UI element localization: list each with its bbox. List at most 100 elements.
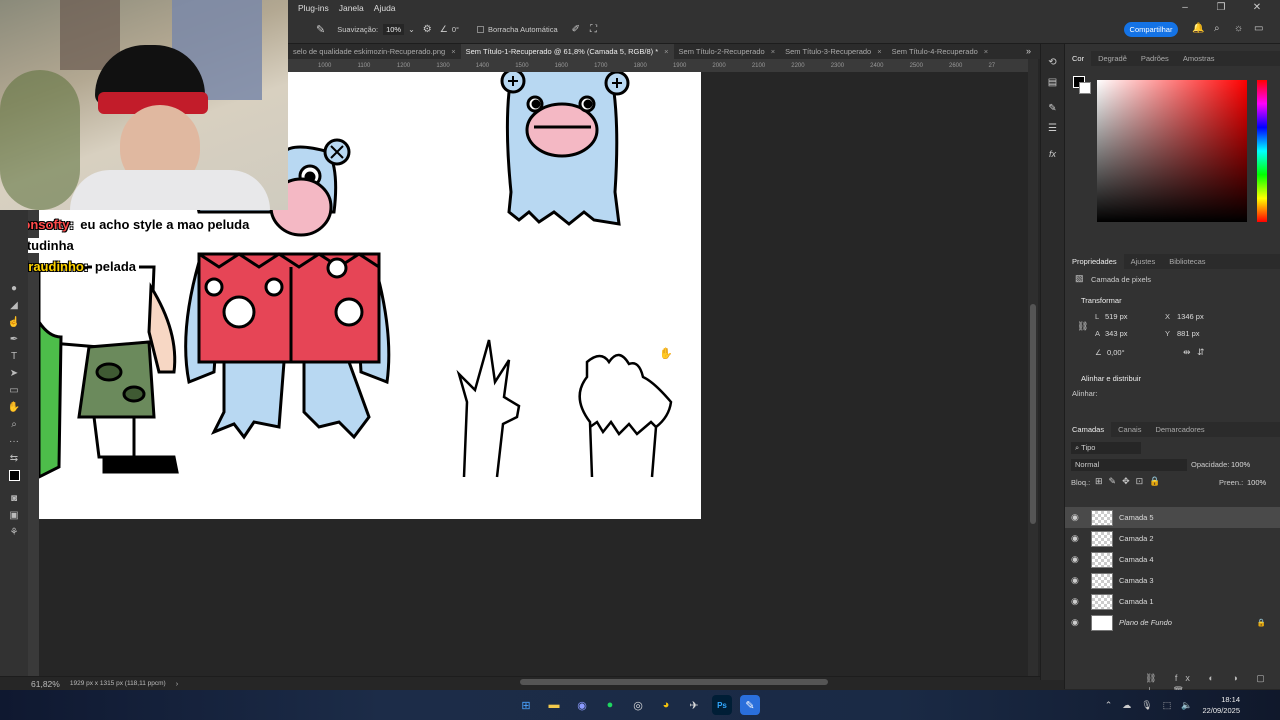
tab-canais[interactable]: Canais <box>1111 422 1148 437</box>
menu-plugins[interactable]: Plug-ins <box>298 3 329 13</box>
obs-icon[interactable]: ◎ <box>628 695 648 715</box>
rectangle-tool-icon[interactable]: ▭ <box>0 382 28 399</box>
pen-tool-icon[interactable]: ✒ <box>0 331 28 348</box>
bell-icon[interactable]: 🔔 <box>1192 23 1204 34</box>
file-explorer-icon[interactable]: ▬ <box>544 695 564 715</box>
tab-propriedades[interactable]: Propriedades <box>1065 254 1124 269</box>
align-title[interactable]: Alinhar e distribuir <box>1081 374 1141 383</box>
adjust-icon[interactable]: ☰ <box>1041 123 1064 143</box>
scroll-thumb[interactable] <box>1030 304 1036 524</box>
hand-tool-icon[interactable]: ✋ <box>0 399 28 416</box>
comment-icon[interactable]: ▤ <box>1041 77 1064 97</box>
more-tools-icon[interactable]: ··· <box>0 433 28 450</box>
chrome-icon[interactable]: ◕ <box>656 695 676 715</box>
foreground-color-swatch[interactable] <box>0 467 28 484</box>
lock-icons[interactable]: ⊞✎✥⊡🔒 <box>1095 476 1166 487</box>
tabs-overflow-icon[interactable]: » <box>1026 46 1031 56</box>
width-input[interactable]: 519 px <box>1105 312 1128 321</box>
color-field[interactable] <box>1097 80 1247 222</box>
blend-mode-select[interactable]: Normal <box>1071 459 1187 471</box>
chevron-down-icon[interactable]: ⌄ <box>408 25 415 34</box>
fill-input[interactable]: 100% <box>1247 478 1266 487</box>
photoshop-icon[interactable]: Ps <box>712 695 732 715</box>
restore-icon[interactable]: ❐ <box>1208 0 1234 15</box>
eye-icon[interactable]: ◉ <box>1071 575 1083 586</box>
opacity-input[interactable]: 100% <box>1231 460 1250 469</box>
fx-icon[interactable]: fx <box>1041 149 1064 169</box>
close-icon[interactable]: ✕ <box>1244 0 1270 15</box>
text-tool-icon[interactable]: T <box>0 348 28 365</box>
layer-row[interactable]: ◉ Plano de Fundo 🔒 <box>1065 612 1280 633</box>
eye-icon[interactable]: ◉ <box>1071 554 1083 565</box>
tab-degrade[interactable]: Degradê <box>1091 51 1134 66</box>
close-icon[interactable]: × <box>877 47 881 56</box>
close-icon[interactable]: × <box>771 47 775 56</box>
background-swatch[interactable] <box>1079 82 1091 94</box>
steam-icon[interactable]: ✈ <box>684 695 704 715</box>
eye-icon[interactable]: ◉ <box>1071 533 1083 544</box>
network-icon[interactable]: ⬚ <box>1163 700 1172 711</box>
screen-mode-icon[interactable]: ▣ <box>0 507 28 524</box>
tab-sem-titulo-2[interactable]: Sem Título-2-Recuperado × <box>674 44 781 59</box>
flip-horizontal-icon[interactable]: ⇹ <box>1183 347 1191 358</box>
eye-icon[interactable]: ◉ <box>1071 512 1083 523</box>
tab-sem-titulo-1[interactable]: Sem Título-1-Recuperado @ 61,8% (Camada … <box>460 44 674 59</box>
brush-settings-panel-icon[interactable]: ✎ <box>1041 103 1064 123</box>
y-input[interactable]: 881 px <box>1177 329 1200 338</box>
flip-vertical-icon[interactable]: ⇵ <box>1197 347 1205 358</box>
link-icon[interactable]: ⛓ <box>1077 321 1088 332</box>
tab-amostras[interactable]: Amostras <box>1176 51 1222 66</box>
pressure-icon[interactable]: ✐ <box>572 24 580 35</box>
zoom-level[interactable]: 61,82% <box>31 679 60 689</box>
path-select-tool-icon[interactable]: ➤ <box>0 365 28 382</box>
chevron-right-icon[interactable]: › <box>176 679 179 688</box>
gear-icon[interactable]: ⚙ <box>423 24 432 35</box>
tab-demarcadores[interactable]: Demarcadores <box>1148 422 1211 437</box>
angle-input[interactable]: 0,00° <box>1107 348 1125 357</box>
windows-start-icon[interactable]: ⊞ <box>516 695 536 715</box>
tab-ajustes[interactable]: Ajustes <box>1124 254 1163 269</box>
layer-row[interactable]: ◉ Camada 4 <box>1065 549 1280 570</box>
mic-icon[interactable]: 🎙 <box>1141 700 1152 711</box>
workspace-icon[interactable]: ☼ <box>1234 23 1243 34</box>
tab-selo[interactable]: selo de qualidade eskimozin-Recuperado.p… <box>288 44 461 59</box>
layer-row[interactable]: ◉ Camada 1 <box>1065 591 1280 612</box>
height-input[interactable]: 343 px <box>1105 329 1128 338</box>
smudge-tool-icon[interactable]: ☝ <box>0 314 28 331</box>
layer-row[interactable]: ◉ Camada 2 <box>1065 528 1280 549</box>
swap-colors-icon[interactable]: ⇆ <box>0 450 28 467</box>
hue-slider[interactable] <box>1257 80 1267 222</box>
eye-icon[interactable]: ◉ <box>1071 617 1083 628</box>
x-input[interactable]: 1346 px <box>1177 312 1204 321</box>
eye-icon[interactable]: ◉ <box>1071 596 1083 607</box>
brush-tool-icon[interactable]: ● <box>0 280 28 297</box>
minimize-icon[interactable]: – <box>1172 0 1198 15</box>
tab-sem-titulo-4[interactable]: Sem Título-4-Recuperado × <box>887 44 994 59</box>
angle-input[interactable]: 0° <box>452 25 459 34</box>
layer-row[interactable]: ◉ Camada 3 <box>1065 570 1280 591</box>
menu-janela[interactable]: Janela <box>339 3 364 13</box>
close-icon[interactable]: × <box>451 47 455 56</box>
smoothing-input[interactable]: 10% <box>383 23 405 35</box>
symmetry-icon[interactable]: ⛶ <box>590 24 597 35</box>
discord-icon[interactable]: ◉ <box>572 695 592 715</box>
history-icon[interactable]: ⟲ <box>1041 57 1064 77</box>
eraser-tool-icon[interactable]: ◢ <box>0 297 28 314</box>
quick-mask-icon[interactable]: ◙ <box>0 490 28 507</box>
close-icon[interactable]: × <box>664 47 668 56</box>
cloud-icon[interactable]: ☁ <box>1122 700 1131 711</box>
tab-cor[interactable]: Cor <box>1065 51 1092 66</box>
share-button[interactable]: Compartilhar <box>1124 22 1178 37</box>
layer-filter-select[interactable]: ⌕ Tipo <box>1071 442 1141 454</box>
tab-padroes[interactable]: Padrões <box>1134 51 1176 66</box>
zoom-tool-icon[interactable]: ⌕ <box>0 416 28 433</box>
clock[interactable]: 18:14 22/09/2025 <box>1202 694 1240 716</box>
speaker-icon[interactable]: 🔈 <box>1181 700 1192 711</box>
extras-icon[interactable]: ⚘ <box>0 524 28 541</box>
layer-row[interactable]: ◉ Camada 5 <box>1065 507 1280 528</box>
menu-ajuda[interactable]: Ajuda <box>374 3 396 13</box>
horizontal-scroll-thumb[interactable] <box>520 679 828 685</box>
tab-bibliotecas[interactable]: Bibliotecas <box>1162 254 1212 269</box>
paint-icon[interactable]: ✎ <box>740 695 760 715</box>
tray-chevron-icon[interactable]: ⌃ <box>1105 700 1113 711</box>
